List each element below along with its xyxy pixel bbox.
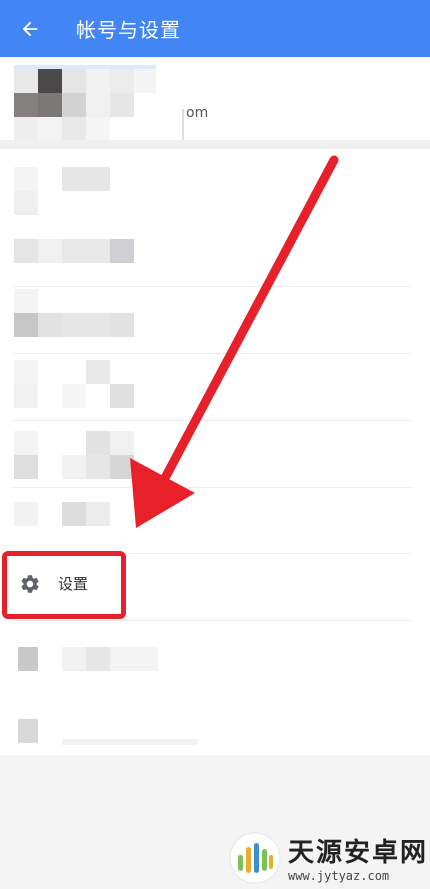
- android-logo-icon: [229, 832, 281, 883]
- list-item[interactable]: [0, 354, 430, 420]
- account-email: om: [186, 105, 209, 121]
- watermark-brand-cn: 天源安卓网: [288, 838, 429, 868]
- list-item[interactable]: [0, 683, 430, 749]
- list-item[interactable]: [0, 149, 430, 219]
- page-title: 帐号与设置: [76, 18, 181, 42]
- arrow-left-icon: [22, 21, 38, 36]
- list-item[interactable]: [0, 219, 430, 279]
- list-item[interactable]: [0, 421, 430, 487]
- account-header[interactable]: om: [0, 57, 430, 149]
- email-cursor-line: [182, 109, 184, 141]
- watermark-brand-en: www.jytyaz.com: [288, 869, 390, 883]
- header-separator: [0, 140, 430, 149]
- list-item[interactable]: [0, 287, 430, 353]
- settings-label: 设置: [58, 575, 89, 593]
- back-button[interactable]: [0, 0, 60, 57]
- watermark: 天源安卓网 www.jytyaz.com: [228, 830, 428, 885]
- gear-icon: [18, 572, 42, 596]
- list-item[interactable]: [0, 621, 430, 683]
- list-item[interactable]: [0, 488, 430, 550]
- settings-item[interactable]: 设置: [0, 550, 430, 617]
- account-settings-list: om 设置: [0, 57, 430, 755]
- app-bar: 帐号与设置: [0, 0, 430, 57]
